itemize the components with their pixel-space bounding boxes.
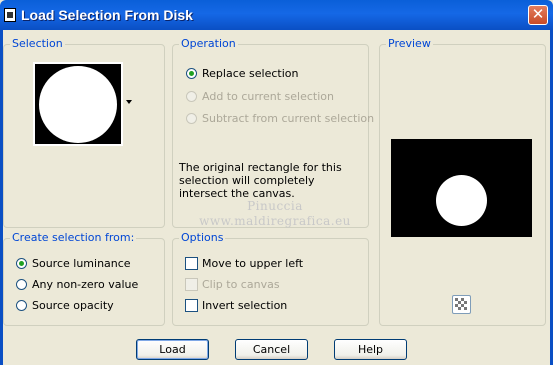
app-icon (4, 8, 16, 22)
radio-label: Any non-zero value (32, 278, 139, 291)
checkbox-label: Move to upper left (202, 257, 304, 270)
help-button[interactable]: Help (334, 339, 407, 360)
checkbox-indicator (185, 257, 198, 270)
preview-group-label: Preview (386, 37, 433, 50)
close-button[interactable]: ✕ (528, 5, 548, 25)
checkbox-indicator (185, 278, 198, 291)
radio-label: Add to current selection (202, 90, 334, 103)
selection-thumbnail-dropdown[interactable] (33, 62, 123, 146)
radio-indicator (186, 113, 197, 124)
watermark-line-1: Pinuccia (247, 199, 303, 213)
checkerboard-icon (454, 297, 469, 312)
selection-group-label: Selection (10, 37, 65, 50)
cancel-button[interactable]: Cancel (235, 339, 308, 360)
preview-circle (436, 175, 487, 226)
radio-indicator (186, 91, 197, 102)
watermark-line-2: www.maldiregrafica.eu (199, 214, 351, 228)
options-group-label: Options (179, 231, 226, 244)
radio-indicator (16, 300, 27, 311)
radio-indicator (186, 68, 197, 79)
selection-thumbnail-circle (39, 66, 117, 143)
preview-image (391, 139, 532, 237)
load-button[interactable]: Load (136, 339, 209, 360)
checkbox-label: Invert selection (202, 299, 288, 312)
checkbox-indicator (185, 299, 198, 312)
operation-description: The original rectangle for this selectio… (179, 161, 342, 200)
radio-label: Source opacity (32, 299, 114, 312)
radio-label: Subtract from current selection (202, 112, 375, 125)
radio-indicator (16, 258, 27, 269)
window-title: Load Selection From Disk (21, 7, 193, 23)
checkbox-label: Clip to canvas (202, 278, 280, 291)
radio-indicator (16, 279, 27, 290)
watermark: Pinuccia www.maldiregrafica.eu (165, 199, 385, 229)
title-bar[interactable]: Load Selection From Disk ✕ (0, 0, 553, 30)
radio-label: Replace selection (202, 67, 299, 80)
create-selection-group-label: Create selection from: (10, 231, 137, 244)
transparency-toggle-button[interactable] (452, 295, 471, 314)
close-icon: ✕ (531, 5, 545, 23)
operation-group-label: Operation (179, 37, 238, 50)
chevron-down-icon[interactable] (126, 100, 132, 104)
radio-label: Source luminance (32, 257, 131, 270)
